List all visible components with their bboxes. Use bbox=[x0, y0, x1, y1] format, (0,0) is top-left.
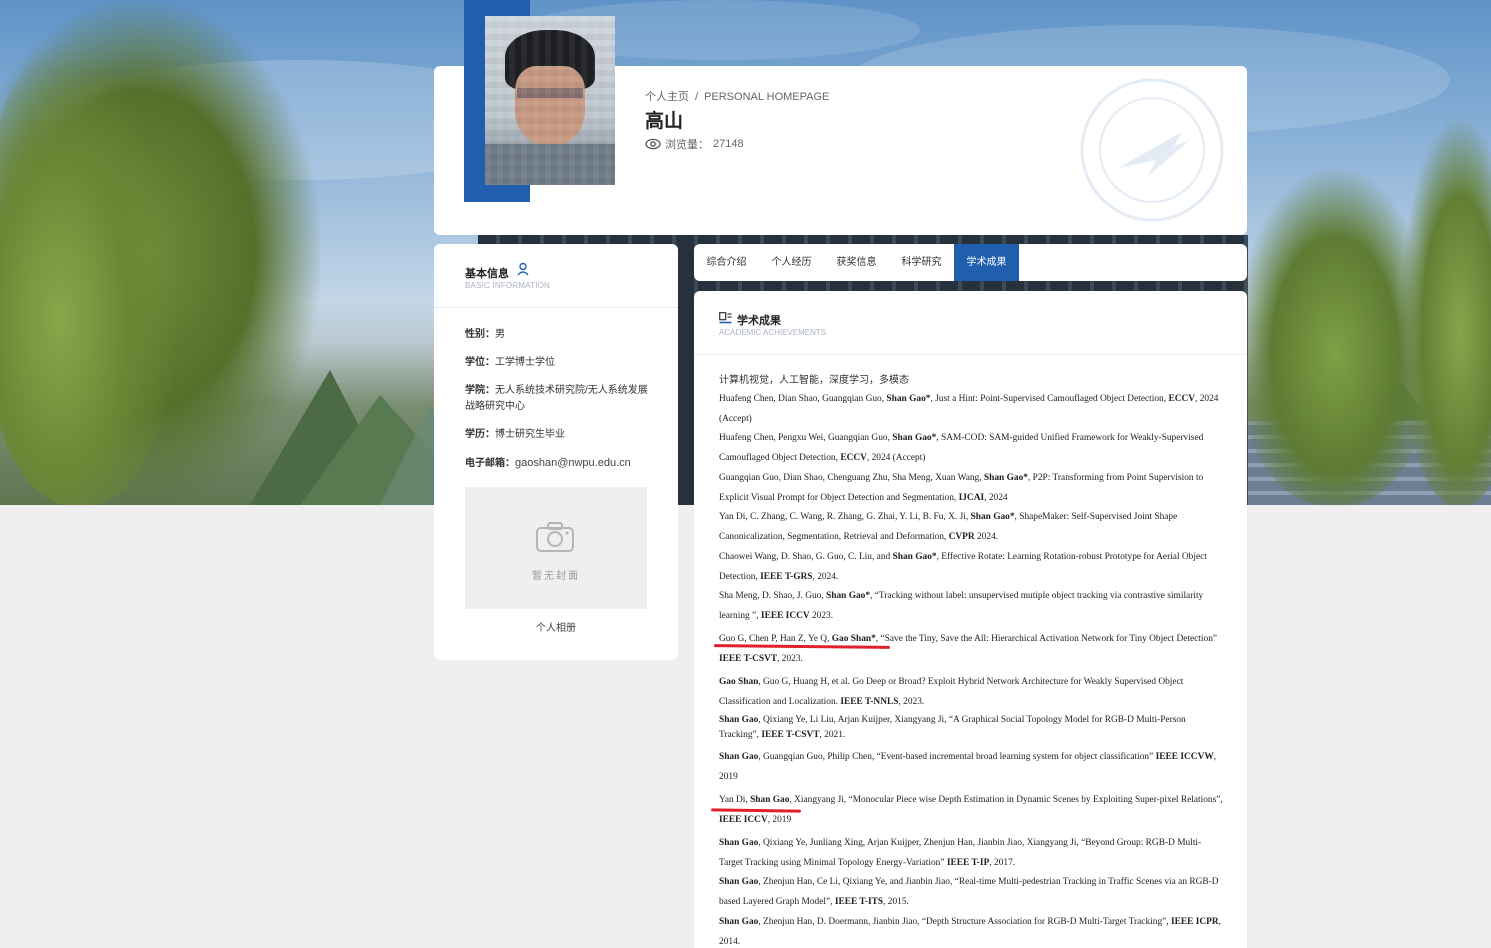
achievements-card: 学术成果 ACADEMIC ACHIEVEMENTS 计算机视觉，人工智能，深度… bbox=[694, 291, 1247, 948]
achievements-subtitle: ACADEMIC ACHIEVEMENTS bbox=[719, 328, 827, 337]
tab-bar: 综合介绍 个人经历 获奖信息 科学研究 学术成果 bbox=[694, 244, 1247, 281]
publication-item: Chaowei Wang, D. Shao, G. Guo, C. Liu, a… bbox=[719, 552, 1207, 582]
tab-experience[interactable]: 个人经历 bbox=[759, 244, 824, 281]
person-name: 高山 bbox=[645, 111, 684, 132]
gender-row: 性别：男 bbox=[465, 327, 650, 343]
profile-photo bbox=[485, 16, 615, 185]
university-seal-watermark bbox=[1080, 78, 1224, 222]
tab-research[interactable]: 科学研究 bbox=[889, 244, 954, 281]
album-cover-placeholder[interactable]: 暂无封面 bbox=[465, 487, 647, 609]
email-label: 电子邮箱： bbox=[465, 458, 515, 469]
publication-item: Gao Shan, Guo G, Huang H, et al. Go Deep… bbox=[719, 677, 1184, 707]
college-row: 学院：无人系统技术研究院/无人系统发展战略研究中心 bbox=[465, 383, 650, 415]
tab-awards[interactable]: 获奖信息 bbox=[824, 244, 889, 281]
views-label: 浏览量： bbox=[665, 139, 709, 151]
college-label: 学院： bbox=[465, 385, 495, 396]
view-count: 浏览量： 27148 bbox=[645, 136, 744, 152]
education-value: 博士研究生毕业 bbox=[495, 429, 565, 440]
publication-item: Shan Gao, Zhenjun Han, D. Doermann, Jian… bbox=[719, 917, 1221, 947]
publication-item: Shan Gao, Qixiang Ye, Li Liu, Arjan Kuij… bbox=[719, 715, 1186, 740]
publication-item: Shan Gao, Zhenjun Han, Ce Li, Qixiang Ye… bbox=[719, 877, 1219, 907]
basic-info-subtitle: BASIC INFORMATION bbox=[465, 281, 551, 290]
publication-item: Guo G, Chen P, Han Z, Ye Q, Gao Shan*, “… bbox=[719, 634, 1218, 664]
basic-info-header: 基本信息 BASIC INFORMATION bbox=[434, 244, 678, 308]
education-row: 学历：博士研究生毕业 bbox=[465, 427, 650, 443]
document-icon bbox=[719, 312, 732, 324]
breadcrumb-cn[interactable]: 个人主页 bbox=[645, 91, 689, 103]
publication-item: Huafeng Chen, Pengxu Wei, Guangqian Guo,… bbox=[719, 433, 1204, 463]
degree-value: 工学博士学位 bbox=[495, 357, 555, 368]
personal-album-link[interactable]: 个人相册 bbox=[465, 619, 647, 634]
publication-item: Sha Meng, D. Shao, J. Guo, Shan Gao*, “T… bbox=[719, 591, 1204, 621]
gender-label: 性别： bbox=[465, 329, 495, 340]
publication-item: Yan Di, C. Zhang, C. Wang, R. Zhang, G. … bbox=[719, 512, 1178, 542]
no-cover-text: 暂无封面 bbox=[532, 571, 580, 582]
willow-tree bbox=[1400, 120, 1491, 505]
divider bbox=[694, 354, 1247, 355]
publication-item: Guangqian Guo, Dian Shao, Chenguang Zhu,… bbox=[719, 473, 1204, 503]
degree-label: 学位： bbox=[465, 357, 495, 368]
publication-item: Shan Gao, Guangqian Guo, Philip Chen, “E… bbox=[719, 752, 1217, 782]
basic-info-card: 基本信息 BASIC INFORMATION 性别：男 学位：工学博士学位 学院… bbox=[434, 244, 678, 660]
achievements-title: 学术成果 bbox=[737, 315, 781, 327]
views-count: 27148 bbox=[713, 138, 744, 150]
publication-item: Huafeng Chen, Dian Shao, Guangqian Guo, … bbox=[719, 394, 1219, 424]
willow-tree bbox=[0, 40, 180, 505]
email-value[interactable]: gaoshan@nwpu.edu.cn bbox=[515, 457, 631, 469]
camera-icon bbox=[536, 522, 574, 552]
tab-achievements[interactable]: 学术成果 bbox=[954, 244, 1019, 281]
eye-icon bbox=[645, 138, 661, 150]
breadcrumb-en[interactable]: PERSONAL HOMEPAGE bbox=[704, 91, 829, 103]
degree-row: 学位：工学博士学位 bbox=[465, 355, 650, 371]
education-label: 学历： bbox=[465, 429, 495, 440]
basic-info-title: 基本信息 bbox=[465, 268, 509, 280]
email-row: 电子邮箱：gaoshan@nwpu.edu.cn bbox=[465, 455, 650, 472]
tab-overview[interactable]: 综合介绍 bbox=[694, 244, 759, 281]
research-areas: 计算机视觉，人工智能，深度学习，多模态 bbox=[719, 375, 909, 386]
user-info-icon bbox=[517, 262, 529, 276]
breadcrumb: 个人主页 / PERSONAL HOMEPAGE bbox=[645, 91, 830, 103]
publication-item: Shan Gao, Qixiang Ye, Junliang Xing, Arj… bbox=[719, 838, 1202, 868]
gender-value: 男 bbox=[495, 329, 505, 340]
